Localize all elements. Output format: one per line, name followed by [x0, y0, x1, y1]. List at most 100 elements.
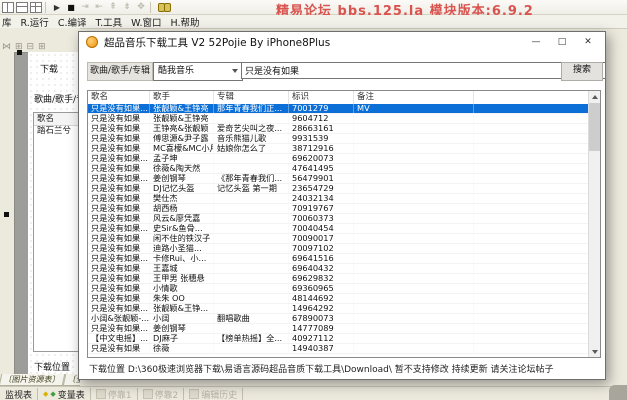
- selection-handle[interactable]: [4, 212, 9, 217]
- table-row[interactable]: 只是没有如果张靓颖&王铮亮9604712: [88, 114, 589, 124]
- toolbar-separator: [150, 2, 151, 13]
- menu-item[interactable]: R.运行: [21, 15, 49, 29]
- menu-item[interactable]: H.帮助: [171, 15, 200, 29]
- table-cell: 69620073: [289, 154, 354, 163]
- window-split-vertical-icon[interactable]: [2, 2, 14, 12]
- resize-grip: [609, 385, 627, 400]
- column-header[interactable]: 备注: [354, 91, 474, 104]
- ide-window: 精易论坛 bbs.125.la 模块版本:6.9.2 库R.运行C.编译T.工具…: [0, 0, 627, 400]
- table-cell: 闲不住的铁汉子: [150, 234, 214, 243]
- table-row[interactable]: 只是没有如果胡西杨70919767: [88, 204, 589, 214]
- table-cell: 只是没有如果...: [88, 104, 150, 113]
- table-cell: 9931539: [289, 134, 354, 143]
- table-row[interactable]: 只是没有如果...史Sir&鱼骨...70040454: [88, 224, 589, 234]
- table-cell: DJ记忆头盔: [150, 184, 214, 193]
- run-to-cursor-icon: [121, 2, 133, 12]
- table-cell: [354, 294, 474, 303]
- stop-icon[interactable]: [65, 2, 77, 12]
- bottom-tab[interactable]: 停靠1: [91, 388, 138, 400]
- menu-item[interactable]: 库: [2, 15, 12, 29]
- table-row[interactable]: 小阔&张靓颖-...小阔翻唱歌曲67890073: [88, 314, 589, 324]
- table-row[interactable]: 只是没有如果DJ记忆头盔记忆头盔 第一期23654729: [88, 184, 589, 194]
- table-cell: 音乐熊猫儿歌: [214, 134, 289, 143]
- table-row[interactable]: 只是没有如果闲不住的铁汉子70090017: [88, 234, 589, 244]
- table-row[interactable]: 只是没有如果...孟子坤69620073: [88, 154, 589, 164]
- table-row[interactable]: 只是没有如果...姜创钢琴《那年青春我们...56479901: [88, 174, 589, 184]
- table-cell: [214, 284, 289, 293]
- table-cell: 史Sir&鱼骨...: [150, 224, 214, 233]
- table-cell-filler: [474, 244, 589, 253]
- search-input[interactable]: [241, 62, 606, 79]
- table-cell: 只是没有如果...: [88, 254, 150, 263]
- table-row[interactable]: 只是没有如果王铮亮&张靓颖爱奇艺尖叫之夜...28663161: [88, 124, 589, 134]
- menu-item[interactable]: W.窗口: [131, 15, 161, 29]
- column-header[interactable]: 歌手: [150, 91, 214, 104]
- table-cell: [354, 134, 474, 143]
- table-row[interactable]: 只是没有如果樊仕杰24032134: [88, 194, 589, 204]
- table-cell-filler: [474, 334, 589, 343]
- table-cell-filler: [474, 304, 589, 313]
- maximize-button[interactable]: □: [549, 32, 575, 52]
- dialog-titlebar[interactable]: 超品音乐下载工具 V2 52Pojie By iPhone8Plus — □ ✕: [79, 32, 605, 52]
- bottom-tab[interactable]: ◆◆变量表: [38, 388, 91, 400]
- table-row[interactable]: 只是没有如果...张靓颖&王铮亮那年青春我们正...7001279MV: [88, 104, 589, 114]
- source-select[interactable]: 酷我音乐: [153, 62, 243, 81]
- search-button[interactable]: 搜索: [561, 62, 603, 81]
- designer-listview[interactable]: 歌名 踏石兰兮: [33, 112, 80, 352]
- table-cell: 姑娘你怎么了: [214, 144, 289, 153]
- table-cell: 69629832: [289, 274, 354, 283]
- table-row[interactable]: 只是没有如果...卡修Rui、小...69641516: [88, 254, 589, 264]
- column-header[interactable]: 歌名: [88, 91, 150, 104]
- scrollbar-thumb[interactable]: [589, 103, 600, 151]
- run-icon[interactable]: [51, 2, 63, 12]
- table-cell: 48144692: [289, 294, 354, 303]
- table-cell: MC喜檬&MC小月: [150, 144, 214, 153]
- table-row[interactable]: 只是没有如果徐薇14940387: [88, 344, 589, 354]
- vertical-scrollbar[interactable]: [588, 91, 600, 357]
- find-icon[interactable]: [158, 2, 171, 12]
- step-out-icon: [107, 2, 119, 12]
- menu-item[interactable]: C.编译: [58, 15, 87, 29]
- window-split-quad-icon[interactable]: [30, 2, 42, 12]
- step-into-icon: [93, 2, 105, 12]
- table-cell: [214, 194, 289, 203]
- menu-item[interactable]: T.工具: [95, 15, 122, 29]
- table-cell: [354, 194, 474, 203]
- scroll-up-button[interactable]: [589, 91, 600, 102]
- table-row[interactable]: 只是没有如果王嘉城69640432: [88, 264, 589, 274]
- table-cell: 那年青春我们正...: [214, 104, 289, 113]
- table-row[interactable]: 只是没有如果MC喜檬&MC小月姑娘你怎么了38712916: [88, 144, 589, 154]
- table-row[interactable]: 只是没有如果小情歌69360965: [88, 284, 589, 294]
- column-header[interactable]: 标识: [289, 91, 354, 104]
- close-button[interactable]: ✕: [575, 32, 601, 52]
- table-row[interactable]: 只是没有如果...张靓颖&王铮...14964292: [88, 304, 589, 314]
- results-table-header[interactable]: 歌名歌手专辑标识备注: [88, 91, 600, 105]
- table-cell: 胡西杨: [150, 204, 214, 213]
- table-cell: 卡修Rui、小...: [150, 254, 214, 263]
- table-row[interactable]: 只是没有如果傅思源&尹子露音乐熊猫儿歌9931539: [88, 134, 589, 144]
- column-header[interactable]: 专辑: [214, 91, 289, 104]
- column-header-filler: [474, 91, 600, 104]
- tab-image-resources[interactable]: 〔图片资源表〕: [0, 374, 65, 386]
- table-cell: 樊仕杰: [150, 194, 214, 203]
- selection-handle[interactable]: [17, 50, 22, 55]
- table-row[interactable]: 只是没有如果朱朱 OO48144692: [88, 294, 589, 304]
- table-row[interactable]: 只是没有如果徐薇&陶天然47641495: [88, 164, 589, 174]
- bottom-tab[interactable]: 监视表: [0, 388, 38, 400]
- minimize-button[interactable]: —: [523, 32, 549, 52]
- table-row[interactable]: 【中文电摇】...DJ麻子【榜单热摇】全...40927112: [88, 334, 589, 344]
- table-row[interactable]: 只是没有如果风云&廖凭嘉70060373: [88, 214, 589, 224]
- table-cell: 只是没有如果: [88, 164, 150, 173]
- scroll-down-button[interactable]: [589, 346, 600, 357]
- table-row[interactable]: 只是没有如果...姜创钢琴14777089: [88, 324, 589, 334]
- table-cell: [354, 174, 474, 183]
- table-cell-filler: [474, 184, 589, 193]
- bottom-tab[interactable]: 编辑历史: [184, 388, 243, 400]
- table-row[interactable]: 只是没有如果迪路小圣猫...70097102: [88, 244, 589, 254]
- window-split-horizontal-icon[interactable]: [16, 2, 28, 12]
- bottom-tab[interactable]: 停靠2: [138, 388, 185, 400]
- table-row[interactable]: 只是没有如果王甲男 张穗悬69629832: [88, 274, 589, 284]
- table-cell: [354, 284, 474, 293]
- table-cell: [354, 204, 474, 213]
- designer-toolbar: ⋈ ⊞ ⊟ ⊞: [2, 42, 46, 52]
